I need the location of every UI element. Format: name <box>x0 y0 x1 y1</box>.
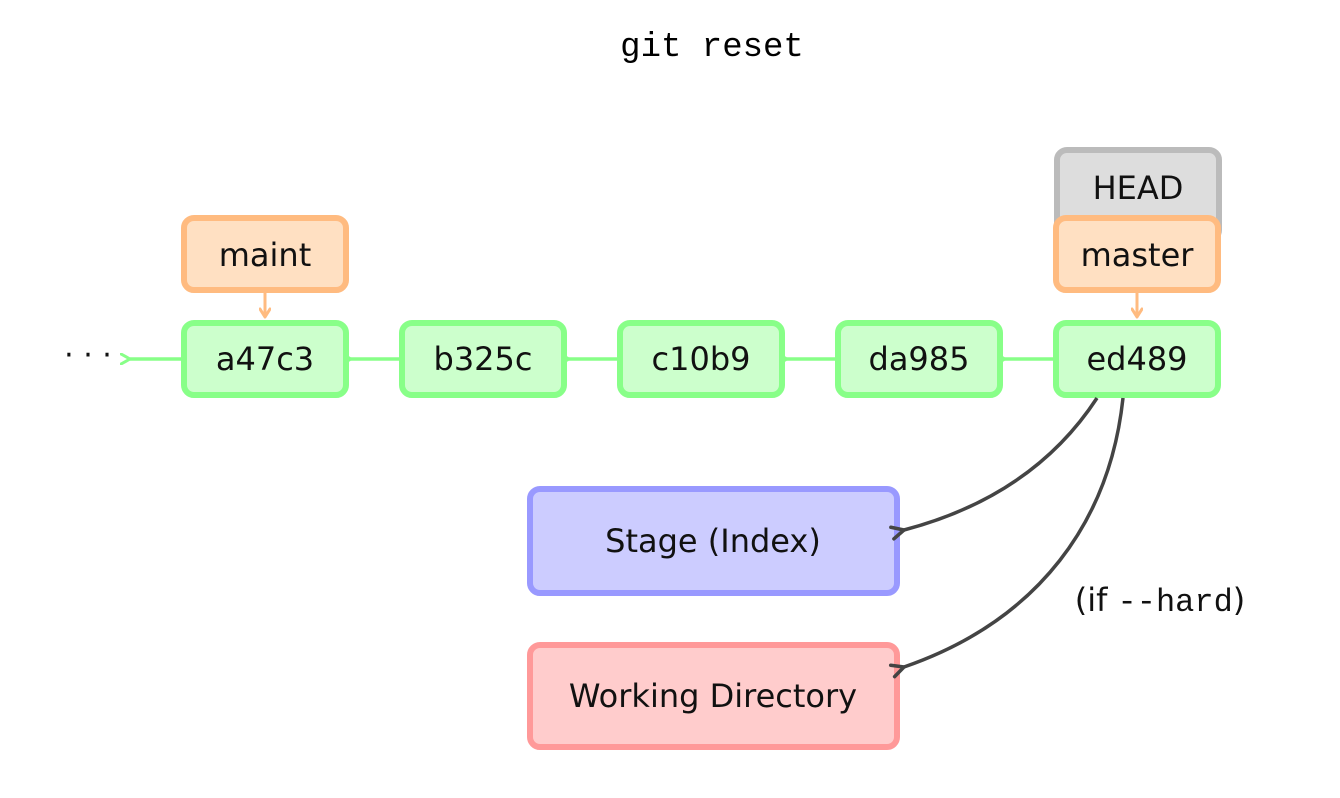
branch-master: master <box>1053 215 1221 317</box>
head-label: HEAD <box>1093 169 1184 207</box>
commit-da985: da985 <box>835 320 1003 398</box>
commit-hash: b325c <box>434 340 533 378</box>
commit-ed489: ed489 <box>1053 320 1221 398</box>
commit-hash: a47c3 <box>216 340 314 378</box>
commit-chain: a47c3 b325c c10b9 da985 ed489 <box>181 320 1221 398</box>
working-directory-label: Working Directory <box>569 677 857 715</box>
commit-hash: c10b9 <box>652 340 751 378</box>
diagram-title: git reset <box>620 29 804 67</box>
reset-arrow-to-working-directory <box>888 397 1125 679</box>
commit-b325c: b325c <box>399 320 567 398</box>
git-reset-diagram: git reset · · · a47c3 b325c c10b9 da985 ed48… <box>64 29 1246 750</box>
annotation-prefix: (if <box>1075 581 1118 619</box>
branch-name: maint <box>219 236 312 274</box>
branch-labels: maint master <box>181 215 1221 317</box>
commit-hash: da985 <box>869 340 970 378</box>
working-directory-area: Working Directory <box>527 642 900 750</box>
history-ellipsis: · · · <box>64 338 112 373</box>
commit-a47c3: a47c3 <box>181 320 349 398</box>
annotation-flag: --hard <box>1118 584 1233 621</box>
annotation-suffix: ) <box>1233 581 1245 619</box>
branch-maint: maint <box>181 215 349 317</box>
reset-arrow-to-stage <box>889 397 1099 541</box>
commit-hash: ed489 <box>1086 340 1187 378</box>
branch-name: master <box>1081 236 1195 274</box>
hard-annotation: (if --hard) <box>1075 581 1246 621</box>
stage-area: Stage (Index) <box>527 486 900 596</box>
commit-c10b9: c10b9 <box>617 320 785 398</box>
stage-label: Stage (Index) <box>605 522 821 560</box>
